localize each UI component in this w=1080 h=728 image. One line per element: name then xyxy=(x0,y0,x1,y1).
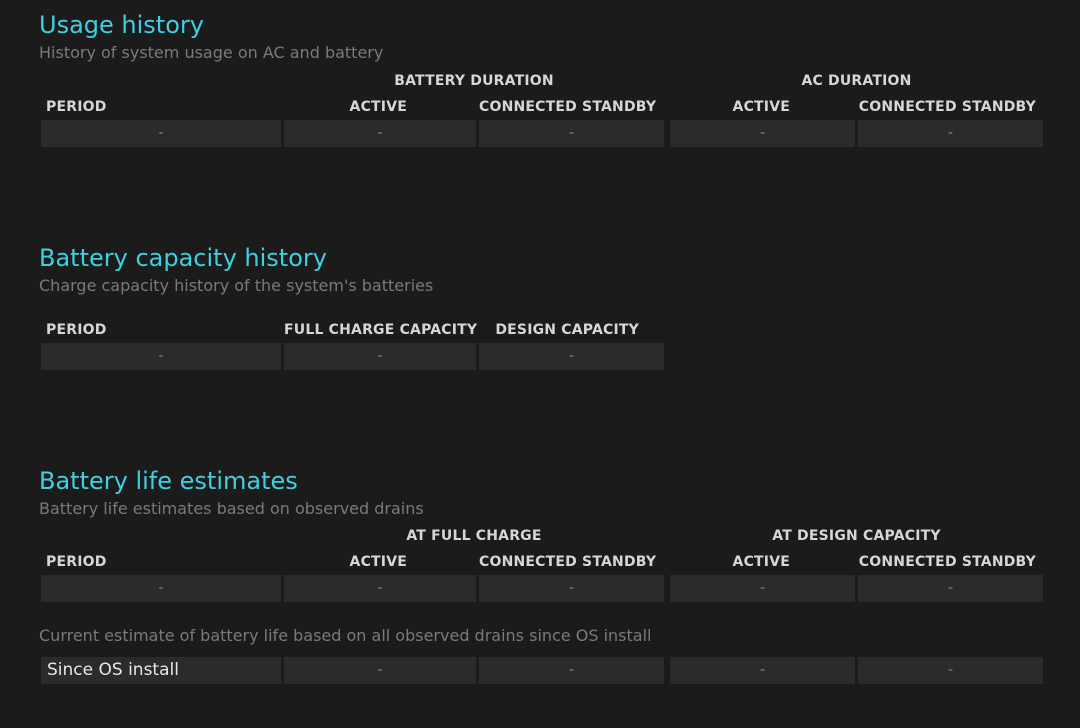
table-cell-since-install-full-standby: - xyxy=(479,657,664,684)
ac-active-column-header: ACTIVE xyxy=(732,99,790,115)
battery-connected-standby-column-header: CONNECTED STANDBY xyxy=(479,99,657,115)
table-cell-design-capacity: - xyxy=(479,343,664,370)
full-charge-connected-standby-column-header: CONNECTED STANDBY xyxy=(479,554,657,570)
battery-life-estimates-title: Battery life estimates xyxy=(39,467,298,495)
table-cell-period: - xyxy=(41,575,281,602)
table-cell-design-active: - xyxy=(670,575,855,602)
usage-history-title: Usage history xyxy=(39,11,204,39)
ac-duration-group-header: AC DURATION xyxy=(801,73,912,89)
battery-duration-group-header: BATTERY DURATION xyxy=(394,73,554,89)
period-column-header: PERIOD xyxy=(46,554,107,570)
full-charge-capacity-column-header: FULL CHARGE CAPACITY xyxy=(284,322,478,338)
table-cell-battery-standby: - xyxy=(479,120,664,147)
table-cell-period: - xyxy=(41,120,281,147)
battery-capacity-history-subtitle: Charge capacity history of the system's … xyxy=(39,276,434,295)
full-charge-active-column-header: ACTIVE xyxy=(349,554,407,570)
current-estimate-note: Current estimate of battery life based o… xyxy=(39,626,652,645)
ac-connected-standby-column-header: CONNECTED STANDBY xyxy=(858,99,1036,115)
table-cell-design-standby: - xyxy=(858,575,1043,602)
table-cell-full-active: - xyxy=(284,575,476,602)
table-cell-battery-active: - xyxy=(284,120,476,147)
period-column-header: PERIOD xyxy=(46,99,107,115)
battery-capacity-history-title: Battery capacity history xyxy=(39,244,327,272)
since-os-install-label-cell: Since OS install xyxy=(41,657,281,684)
at-full-charge-group-header: AT FULL CHARGE xyxy=(406,528,542,544)
usage-history-subtitle: History of system usage on AC and batter… xyxy=(39,43,384,62)
design-capacity-column-header: DESIGN CAPACITY xyxy=(495,322,639,338)
design-capacity-connected-standby-column-header: CONNECTED STANDBY xyxy=(858,554,1036,570)
table-cell-since-install-full-active: - xyxy=(284,657,476,684)
design-capacity-active-column-header: ACTIVE xyxy=(732,554,790,570)
table-cell-period: - xyxy=(41,343,281,370)
table-cell-full-standby: - xyxy=(479,575,664,602)
battery-active-column-header: ACTIVE xyxy=(349,99,407,115)
table-cell-since-install-design-active: - xyxy=(670,657,855,684)
table-cell-full-charge-capacity: - xyxy=(284,343,476,370)
at-design-capacity-group-header: AT DESIGN CAPACITY xyxy=(772,528,941,544)
period-column-header: PERIOD xyxy=(46,322,107,338)
battery-life-estimates-subtitle: Battery life estimates based on observed… xyxy=(39,499,424,518)
table-cell-ac-standby: - xyxy=(858,120,1043,147)
table-cell-ac-active: - xyxy=(670,120,855,147)
table-cell-since-install-design-standby: - xyxy=(858,657,1043,684)
